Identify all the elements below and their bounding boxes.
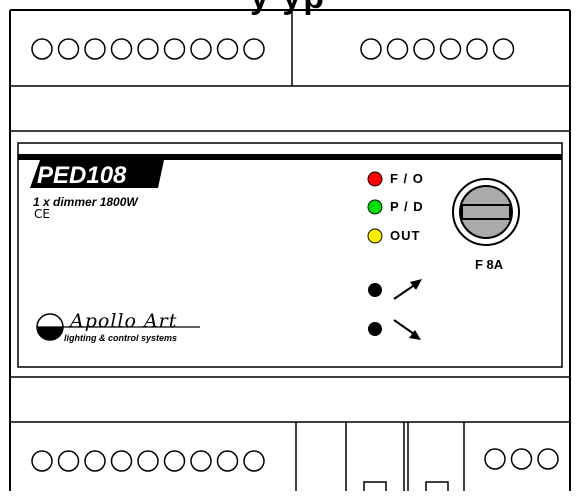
terminal-screw-top-right — [360, 38, 382, 60]
terminal-screw-bottom-left — [243, 450, 265, 472]
page-title-fragment: y yp — [250, 0, 326, 17]
terminal-screw-top-right — [492, 38, 515, 60]
ce-mark: CE — [34, 207, 50, 221]
terminal-screw-bottom-right — [537, 448, 559, 470]
terminal-screw-top-left — [243, 38, 265, 60]
led-label-out: OUT — [390, 228, 421, 243]
model-name: PED108 — [37, 162, 127, 189]
led-label-fo: F / O — [390, 171, 424, 186]
terminal-screw-top-left — [84, 38, 106, 60]
indicator-led — [367, 228, 383, 244]
terminal-screw-bottom-left — [110, 450, 133, 472]
terminal-screw-top-left — [137, 38, 159, 60]
terminal-screw-bottom-left — [84, 450, 106, 472]
terminal-screw-bottom-right — [484, 448, 506, 470]
brand-tagline: lighting & control systems — [64, 333, 178, 343]
terminal-screw-top-left — [57, 38, 80, 60]
fuse-label: F 8A — [475, 257, 504, 272]
terminal-screw-bottom-left — [31, 450, 53, 472]
brand-name: Apollo Art — [70, 310, 178, 332]
terminal-screw-top-right — [413, 38, 435, 60]
terminal-screw-bottom-left — [163, 450, 186, 472]
down-button[interactable] — [368, 322, 382, 336]
indicator-led — [367, 171, 383, 187]
indicator-led — [367, 199, 383, 215]
terminal-screw-top-right — [466, 38, 488, 60]
terminal-screw-bottom-left — [216, 450, 239, 472]
terminal-screw-top-right — [386, 38, 409, 60]
terminal-screw-top-left — [31, 38, 53, 60]
terminal-screw-top-left — [216, 38, 239, 60]
din-rail-module-drawing: y yp PED108 1 x dimmer 1800W CE F / O P … — [0, 0, 579, 495]
up-button[interactable] — [368, 283, 382, 297]
terminal-screw-top-right — [439, 38, 462, 60]
terminal-screw-top-left — [190, 38, 212, 60]
led-label-pd: P / D — [390, 199, 424, 214]
module-outline — [9, 9, 571, 495]
terminal-screw-bottom-left — [57, 450, 80, 472]
terminal-screw-top-left — [163, 38, 186, 60]
terminal-screw-top-left — [110, 38, 133, 60]
terminal-screw-bottom-left — [137, 450, 159, 472]
terminal-screw-bottom-right — [510, 448, 533, 470]
terminal-screw-bottom-left — [190, 450, 212, 472]
